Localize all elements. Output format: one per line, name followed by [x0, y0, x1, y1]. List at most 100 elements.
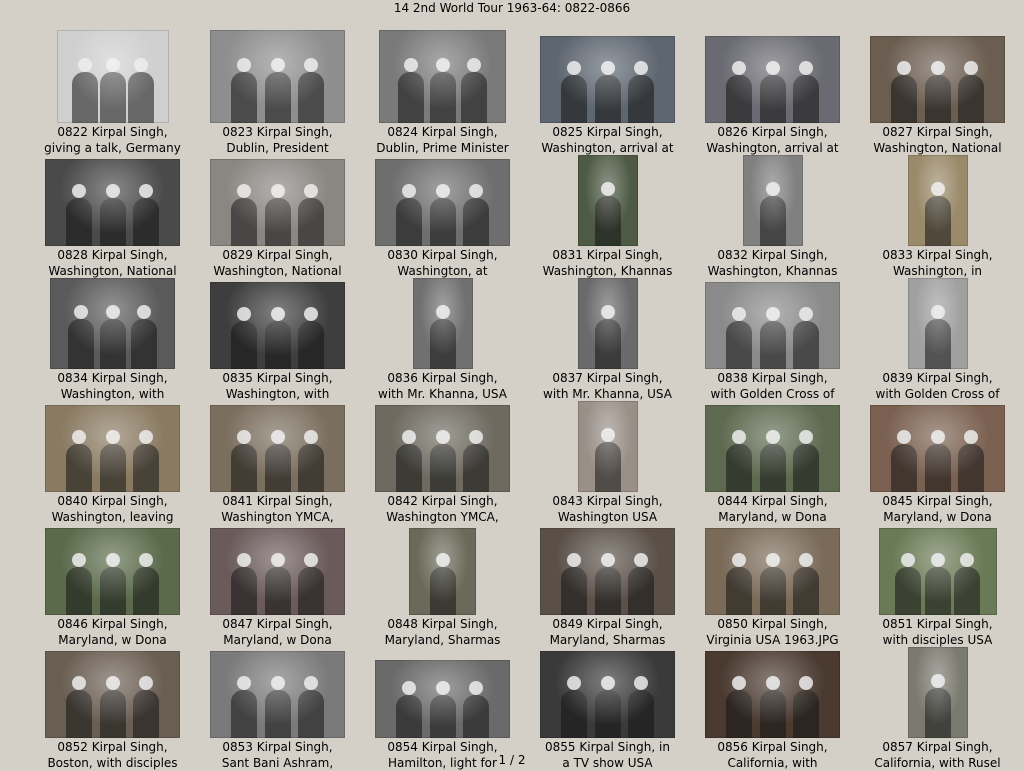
thumbnail-image[interactable] — [409, 528, 476, 615]
photo-head — [71, 184, 86, 199]
thumbnail-image[interactable] — [870, 36, 1005, 123]
photo-head — [634, 553, 649, 568]
thumbnail-image[interactable] — [907, 278, 968, 369]
photo-figure — [759, 690, 786, 738]
thumbnail-image[interactable] — [907, 155, 968, 246]
photo-figure — [759, 75, 786, 123]
thumbnail-image[interactable] — [705, 36, 840, 123]
thumbnail-image[interactable] — [210, 282, 345, 369]
thumbnail-caption: 0843 Kirpal Singh, Washington USA — [525, 493, 690, 525]
photo-head — [105, 184, 120, 199]
thumbnail-image[interactable] — [907, 647, 968, 738]
thumbnail-image[interactable] — [379, 30, 506, 123]
thumbnail-image[interactable] — [45, 528, 180, 615]
thumbnail-image[interactable] — [45, 159, 180, 246]
photo-head — [799, 676, 814, 691]
photo-head — [930, 673, 945, 688]
photo-head — [401, 184, 416, 199]
thumbnail-frame — [525, 153, 690, 246]
caption-line-1: 0849 Kirpal Singh, — [552, 617, 663, 631]
thumbnail-image[interactable] — [540, 651, 675, 738]
photo-figure — [230, 567, 257, 615]
photo-head — [469, 430, 484, 445]
thumbnail-image[interactable] — [210, 159, 345, 246]
photo-figure — [264, 321, 291, 369]
photo-figure — [264, 198, 291, 246]
thumbnail-image[interactable] — [705, 528, 840, 615]
caption-line-1: 0822 Kirpal Singh, — [57, 125, 168, 139]
thumbnail-image[interactable] — [705, 282, 840, 369]
thumbnail-image[interactable] — [375, 405, 510, 492]
thumbnail-image[interactable] — [412, 278, 473, 369]
caption-line-1: 0832 Kirpal Singh, — [717, 248, 828, 262]
photo-head — [467, 57, 482, 72]
thumbnail-frame — [195, 30, 360, 123]
photo-figure — [461, 71, 488, 123]
photo-head — [600, 61, 615, 76]
photo-figure — [924, 567, 951, 615]
thumbnail-image[interactable] — [878, 528, 997, 615]
thumbnail-caption: 0842 Kirpal Singh, Washington YMCA, — [360, 493, 525, 525]
photo-head — [236, 307, 251, 322]
photo-figure — [725, 567, 752, 615]
thumbnail-image[interactable] — [540, 528, 675, 615]
photo-head — [435, 553, 450, 568]
photo-figure — [99, 444, 126, 492]
photo-figure — [264, 567, 291, 615]
thumbnail-image[interactable] — [56, 30, 169, 123]
thumbnail-image[interactable] — [577, 278, 638, 369]
thumbnail-caption: 0856 Kirpal Singh, California, with — [690, 739, 855, 771]
thumbnail-image[interactable] — [210, 651, 345, 738]
thumbnail-image[interactable] — [705, 405, 840, 492]
thumbnail-image[interactable] — [742, 155, 803, 246]
photo-figure — [628, 690, 655, 738]
caption-line-1: 0851 Kirpal Singh, — [882, 617, 993, 631]
thumbnail-image[interactable] — [375, 660, 510, 738]
thumbnail-image[interactable] — [577, 155, 638, 246]
thumbnail-caption: 0851 Kirpal Singh, with disciples USA — [855, 616, 1020, 648]
thumbnail-image[interactable] — [210, 30, 345, 123]
thumbnail-caption: 0853 Kirpal Singh, Sant Bani Ashram, — [195, 739, 360, 771]
thumbnail-image[interactable] — [540, 36, 675, 123]
thumbnail-caption: 0830 Kirpal Singh, Washington, at — [360, 247, 525, 279]
thumbnail-caption: 0838 Kirpal Singh, with Golden Cross of — [690, 370, 855, 402]
thumbnail-image[interactable] — [375, 159, 510, 246]
thumbnail-frame — [30, 276, 195, 369]
photo-figure — [298, 71, 325, 123]
thumbnail-image[interactable] — [45, 405, 180, 492]
thumbnail-frame — [855, 522, 1020, 615]
caption-line-1: 0834 Kirpal Singh, — [57, 371, 168, 385]
photo-figure — [958, 75, 985, 123]
thumbnail-image[interactable] — [870, 405, 1005, 492]
thumbnail-image[interactable] — [705, 651, 840, 738]
thumbnail-image[interactable] — [210, 528, 345, 615]
photo-head — [236, 57, 251, 72]
thumbnail-caption: 0826 Kirpal Singh, Washington, arrival at — [690, 124, 855, 156]
photo-figure — [130, 318, 157, 369]
photo-figure — [65, 567, 92, 615]
photo-head — [765, 676, 780, 691]
photo-figure — [895, 567, 921, 615]
photo-figure — [890, 444, 917, 492]
page-indicator[interactable]: 1 / 2 — [492, 752, 532, 768]
photo-figure — [560, 75, 587, 123]
thumbnail-frame — [360, 645, 525, 738]
thumbnail-frame — [30, 522, 195, 615]
caption-line-1: 0844 Kirpal Singh, — [717, 494, 828, 508]
thumbnail-image[interactable] — [45, 651, 180, 738]
photo-figure — [298, 321, 325, 369]
photo-head — [105, 676, 120, 691]
photo-head — [74, 304, 89, 319]
photo-head — [71, 430, 86, 445]
thumbnail-frame — [690, 399, 855, 492]
thumbnail-image[interactable] — [210, 405, 345, 492]
thumbnail-image[interactable] — [50, 278, 175, 369]
photo-head — [270, 553, 285, 568]
photo-head — [600, 181, 615, 196]
thumbnail-caption: 0849 Kirpal Singh, Maryland, Sharmas — [525, 616, 690, 648]
thumbnail-image[interactable] — [577, 401, 638, 492]
photo-figure — [298, 690, 325, 738]
photo-figure — [594, 195, 621, 246]
thumbnail-caption: 0837 Kirpal Singh, with Mr. Khanna, USA — [525, 370, 690, 402]
photo-head — [964, 430, 979, 445]
